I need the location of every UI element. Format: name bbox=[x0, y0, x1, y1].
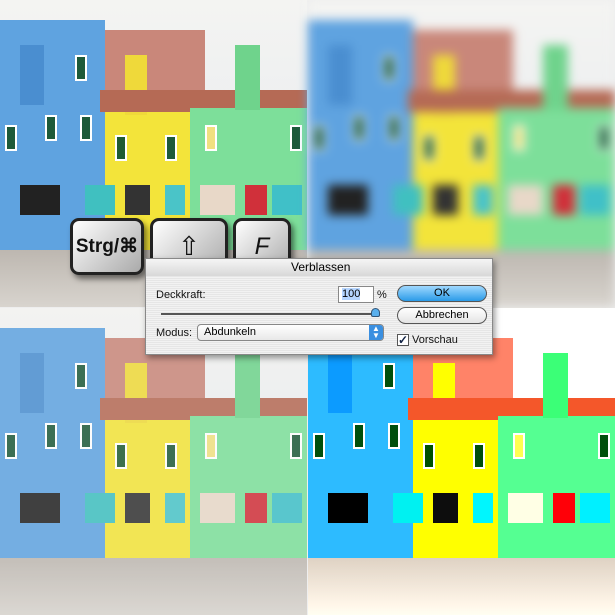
opacity-input[interactable]: 100 bbox=[338, 286, 374, 303]
mode-label: Modus: bbox=[156, 327, 193, 339]
opacity-slider[interactable] bbox=[161, 308, 380, 317]
opacity-label: Deckkraft: bbox=[156, 289, 206, 301]
f-key-label: F bbox=[254, 232, 270, 260]
ctrl-cmd-key: Strg/⌘ bbox=[70, 218, 144, 275]
dialog-title: Verblassen bbox=[146, 259, 492, 276]
preview-checkbox[interactable]: ✓ bbox=[397, 334, 409, 346]
select-arrows-icon: ▲ ▼ bbox=[369, 325, 383, 340]
preview-label: Vorschau bbox=[412, 334, 458, 346]
ok-button[interactable]: OK bbox=[397, 285, 487, 302]
ctrl-key-label: Strg/⌘ bbox=[75, 236, 139, 257]
mode-select[interactable]: Abdunkeln ▲ ▼ bbox=[197, 324, 384, 341]
slider-thumb[interactable] bbox=[371, 308, 380, 317]
cancel-button[interactable]: Abbrechen bbox=[397, 307, 487, 324]
mode-value: Abdunkeln bbox=[204, 326, 256, 338]
fade-dialog: Verblassen Deckkraft: 100 % Modus: Abdun… bbox=[145, 258, 493, 355]
percent-unit: % bbox=[377, 289, 387, 301]
opacity-value: 100 bbox=[342, 288, 361, 300]
